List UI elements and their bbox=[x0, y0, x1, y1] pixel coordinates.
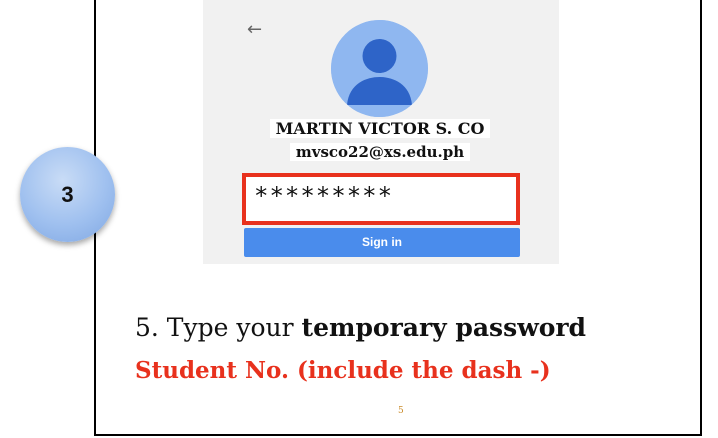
instruction-prefix: 5. Type your bbox=[135, 313, 302, 342]
arrow-left-icon[interactable]: ← bbox=[247, 20, 267, 40]
instruction-line-1: 5. Type your temporary password bbox=[135, 312, 586, 344]
sign-in-button[interactable]: Sign in bbox=[244, 228, 520, 257]
user-email-text: mvsco22@xs.edu.ph bbox=[289, 143, 471, 161]
step-badge: 3 bbox=[20, 147, 115, 242]
instruction-line-2: Student No. (include the dash -) bbox=[135, 357, 551, 384]
user-name-text: MARTIN VICTOR S. CO bbox=[269, 119, 491, 138]
password-value: ********* bbox=[254, 182, 394, 210]
user-name: MARTIN VICTOR S. CO bbox=[220, 119, 540, 139]
page-number: 5 bbox=[398, 406, 404, 416]
user-avatar-icon bbox=[331, 20, 428, 117]
instruction-emphasis: temporary password bbox=[301, 313, 587, 342]
user-email: mvsco22@xs.edu.ph bbox=[220, 142, 540, 162]
password-input[interactable]: ********* bbox=[242, 173, 520, 225]
avatar bbox=[331, 20, 428, 117]
